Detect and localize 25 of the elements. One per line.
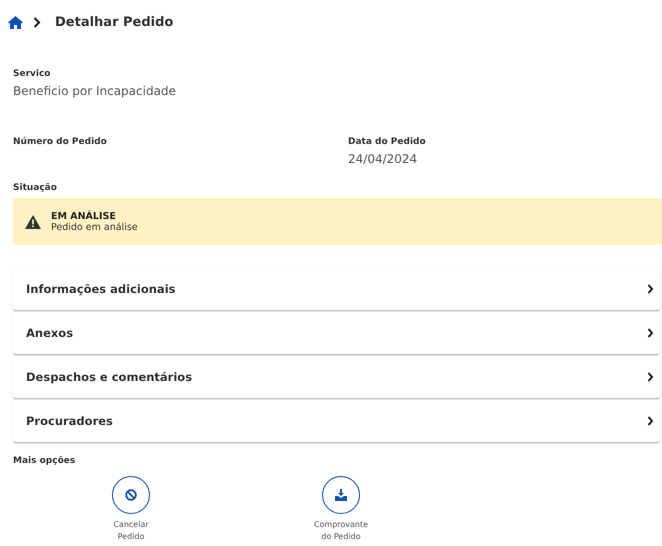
chevron-icon bbox=[647, 328, 654, 338]
section-label: Mais opções bbox=[13, 456, 76, 466]
chevron-icon bbox=[33, 16, 41, 28]
field-value: Beneficio por Incapacidade bbox=[13, 83, 177, 100]
page-title: Detalhar Pedido bbox=[55, 14, 174, 30]
chevron-icon bbox=[647, 284, 654, 294]
field-label: Servico bbox=[13, 68, 52, 80]
accordion-item[interactable]: Anexos bbox=[13, 312, 660, 355]
home-icon[interactable] bbox=[8, 16, 23, 28]
prohibited-icon bbox=[125, 489, 137, 501]
accordion-item[interactable]: Procuradores bbox=[13, 400, 660, 443]
action-button[interactable]: Cancelar Pedido bbox=[26, 476, 236, 543]
accordion-item[interactable]: Informações adicionais bbox=[13, 268, 660, 311]
download-icon bbox=[335, 489, 347, 501]
field-value: 24/04/2024 bbox=[348, 151, 418, 168]
field-label: Número do Pedido bbox=[13, 136, 108, 148]
chevron-icon bbox=[647, 372, 654, 382]
status-title: EM ANÁLISE bbox=[51, 210, 117, 222]
action-button[interactable]: Comprovante do Pedido bbox=[236, 476, 446, 543]
status-text: Pedido em análise bbox=[51, 222, 138, 232]
chevron-icon bbox=[647, 416, 654, 426]
accordion-item[interactable]: Despachos e comentários bbox=[13, 356, 660, 399]
status-label: Situação bbox=[13, 182, 58, 194]
field-label: Data do Pedido bbox=[348, 136, 427, 148]
warning-icon bbox=[25, 214, 41, 228]
